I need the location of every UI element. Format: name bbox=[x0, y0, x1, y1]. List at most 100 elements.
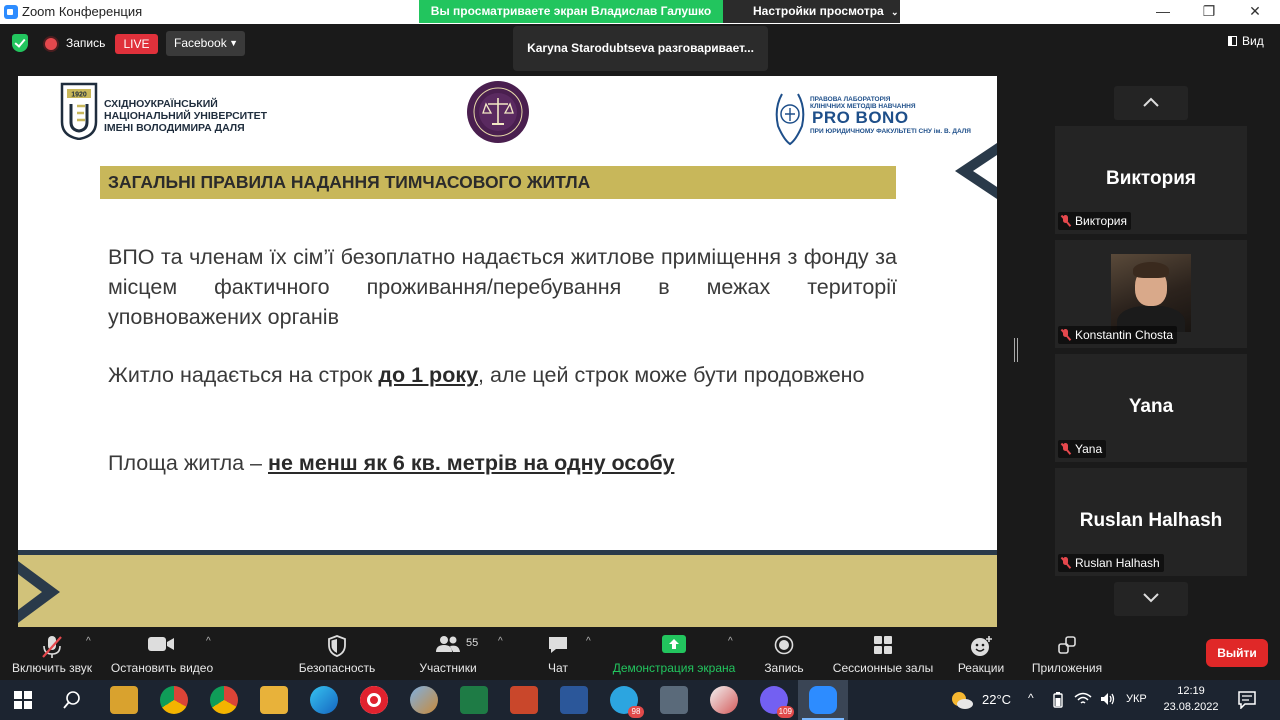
viber-unread-badge: 109 bbox=[776, 706, 794, 718]
participants-scroll-up-button[interactable] bbox=[1114, 86, 1188, 120]
file-explorer-icon[interactable] bbox=[260, 686, 288, 714]
participants-options-caret-icon[interactable]: ^ bbox=[498, 636, 503, 647]
weather-sun-cloud-icon[interactable] bbox=[950, 690, 974, 710]
participant-tile[interactable]: Yana Yana bbox=[1055, 354, 1247, 462]
edge-browser-icon[interactable] bbox=[310, 686, 338, 714]
zoom-app-icon bbox=[4, 5, 18, 19]
breakout-rooms-button[interactable]: Сессионные залы bbox=[828, 627, 938, 680]
shared-screen-slide: 1920 СХІДНОУКРАЇНСЬКИЙ НАЦІОНАЛЬНИЙ УНІВ… bbox=[18, 76, 997, 627]
record-label: Запись bbox=[764, 661, 804, 675]
live-badge: LIVE bbox=[115, 34, 158, 54]
participants-scroll-down-button[interactable] bbox=[1114, 582, 1188, 616]
chat-options-caret-icon[interactable]: ^ bbox=[586, 636, 591, 647]
participant-label: Yana bbox=[1075, 442, 1103, 456]
zoom-app-icon bbox=[809, 686, 837, 714]
slide-paragraph-3: Площа житла – не менш як 6 кв. метрів на… bbox=[108, 448, 897, 478]
chat-button[interactable]: ^ Чат bbox=[528, 627, 591, 680]
share-options-caret-icon[interactable]: ^ bbox=[728, 636, 733, 647]
muted-microphone-icon bbox=[42, 636, 62, 658]
telegram-app-icon[interactable]: 98 bbox=[610, 686, 644, 718]
record-icon bbox=[774, 635, 794, 655]
stream-target-dropdown[interactable]: Facebook ▼ bbox=[166, 31, 245, 56]
powerpoint-app-icon[interactable] bbox=[510, 686, 538, 714]
share-screen-button[interactable]: ^ Демонстрация экрана bbox=[608, 627, 740, 680]
tray-overflow-caret-icon[interactable]: ^ bbox=[1028, 691, 1034, 705]
view-button[interactable]: Вид bbox=[1228, 34, 1264, 48]
pro-bono-line3: ПРИ ЮРИДИЧНОМУ ФАКУЛЬТЕТІ СНУ ім. В. ДАЛ… bbox=[810, 128, 971, 135]
battery-icon[interactable] bbox=[1052, 692, 1064, 708]
crest-year: 1920 bbox=[71, 92, 87, 99]
chrome-profile-app-icon[interactable] bbox=[210, 686, 238, 714]
video-options-caret-icon[interactable]: ^ bbox=[206, 636, 211, 647]
slide-footer-band bbox=[18, 550, 997, 627]
security-shield-icon bbox=[328, 635, 346, 657]
minimize-button[interactable]: — bbox=[1140, 0, 1186, 24]
slide-chevron-footer-icon bbox=[18, 561, 60, 623]
chevron-down-icon: ⌄ bbox=[891, 7, 899, 17]
recording-label: Запись bbox=[66, 36, 106, 50]
participant-label: Ruslan Halhash bbox=[1075, 556, 1160, 570]
participant-tile[interactable]: Konstantin Chosta bbox=[1055, 240, 1247, 348]
weather-temperature[interactable]: 22°C bbox=[982, 692, 1011, 707]
view-label: Вид bbox=[1242, 34, 1264, 48]
title-bar: Zoom Конференция Вы просматриваете экран… bbox=[0, 0, 1280, 24]
encryption-shield-icon[interactable] bbox=[12, 34, 28, 52]
paint-app-icon[interactable] bbox=[410, 686, 438, 714]
breakout-rooms-icon bbox=[874, 636, 892, 654]
view-layout-icon bbox=[1228, 36, 1237, 46]
word-app-icon[interactable] bbox=[560, 686, 588, 714]
pro-bono-line1: ПРАВОВА ЛАБОРАТОРІЯ bbox=[810, 96, 891, 103]
participant-video-feed bbox=[1111, 254, 1191, 332]
security-label: Безопасность bbox=[298, 661, 376, 675]
notification-center-icon[interactable] bbox=[1238, 691, 1256, 709]
muted-mic-icon bbox=[1060, 557, 1071, 569]
audio-options-caret-icon[interactable]: ^ bbox=[86, 636, 91, 647]
pro-bono-name: PRO BONO bbox=[812, 108, 909, 127]
keyboard-language[interactable]: УКР bbox=[1126, 693, 1147, 705]
security-button[interactable]: Безопасность bbox=[292, 627, 382, 680]
slide-title: ЗАГАЛЬНІ ПРАВИЛА НАДАННЯ ТИМЧАСОВОГО ЖИТ… bbox=[100, 166, 896, 199]
viber-app-icon[interactable]: 109 bbox=[760, 686, 794, 718]
view-settings-label: Настройки просмотра bbox=[753, 4, 884, 18]
close-button[interactable]: ✕ bbox=[1232, 0, 1278, 24]
university-name-line2: НАЦІОНАЛЬНИЙ УНІВЕРСИТЕТ bbox=[104, 110, 268, 122]
stop-video-label: Остановить видео bbox=[110, 661, 214, 675]
para3-text-start: Площа житла – bbox=[108, 451, 268, 475]
university-name: СХІДНОУКРАЇНСЬКИЙ НАЦІОНАЛЬНИЙ УНІВЕРСИТ… bbox=[104, 98, 267, 134]
opera-browser-icon[interactable] bbox=[360, 686, 388, 714]
apps-button[interactable]: Приложения bbox=[1024, 627, 1110, 680]
participant-display-name: Ruslan Halhash bbox=[1079, 510, 1223, 531]
maximize-button[interactable]: ❐ bbox=[1186, 0, 1232, 24]
unmute-label: Включить звук bbox=[11, 661, 93, 675]
zoom-window: Zoom Конференция Вы просматриваете экран… bbox=[0, 0, 1280, 720]
zoom-taskbar-item[interactable] bbox=[798, 680, 848, 720]
reactions-button[interactable]: Реакции bbox=[950, 627, 1012, 680]
windows-start-icon[interactable] bbox=[14, 691, 32, 709]
calculator-app-icon[interactable] bbox=[660, 686, 688, 714]
store-app-icon[interactable] bbox=[110, 686, 138, 714]
excel-app-icon[interactable] bbox=[460, 686, 488, 714]
slide-paragraph-2: Житло надається на строк до 1 року, але … bbox=[108, 360, 897, 390]
participant-tile[interactable]: Виктория Виктория bbox=[1055, 126, 1247, 234]
panel-resize-handle[interactable] bbox=[1014, 338, 1018, 362]
participants-button[interactable]: 55 ^ Участники bbox=[408, 627, 503, 680]
view-settings-button[interactable]: Настройки просмотра ⌄ bbox=[723, 0, 900, 23]
volume-icon[interactable] bbox=[1100, 692, 1116, 706]
university-name-line1: СХІДНОУКРАЇНСЬКИЙ bbox=[104, 98, 218, 110]
snipping-tool-icon[interactable] bbox=[710, 686, 738, 714]
participant-tile[interactable]: Ruslan Halhash Ruslan Halhash bbox=[1055, 468, 1247, 576]
stop-video-button[interactable]: ^ Остановить видео bbox=[106, 627, 218, 680]
search-icon[interactable] bbox=[63, 691, 81, 709]
window-title: Zoom Конференция bbox=[22, 4, 143, 19]
apps-label: Приложения bbox=[1031, 661, 1103, 675]
chrome-app-icon[interactable] bbox=[160, 686, 188, 714]
clock-time: 12:19 bbox=[1177, 685, 1205, 697]
wifi-icon[interactable] bbox=[1074, 692, 1092, 706]
system-clock[interactable]: 12:19 23.08.2022 bbox=[1160, 683, 1222, 715]
participant-display-name: Виктория bbox=[1106, 168, 1196, 189]
leave-meeting-button[interactable]: Выйти bbox=[1206, 639, 1268, 667]
meeting-toolbar: ^ Включить звук ^ Остановить видео Безоп… bbox=[0, 627, 1280, 680]
active-speaker-banner: Karyna Starodubtseva разговаривает... bbox=[513, 26, 768, 71]
record-button[interactable]: Запись bbox=[756, 627, 812, 680]
unmute-button[interactable]: ^ Включить звук bbox=[2, 627, 102, 680]
